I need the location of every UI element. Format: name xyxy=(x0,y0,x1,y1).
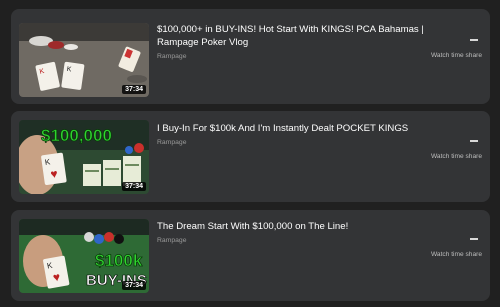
video-actions: Watch time share xyxy=(422,227,482,258)
video-card[interactable]: K K 37:34 $100,000+ in BUY-INS! Hot Star… xyxy=(11,9,490,104)
video-info: I Buy-In For $100k And I'm Instantly Dea… xyxy=(157,122,425,146)
remove-icon[interactable] xyxy=(470,140,478,142)
video-title[interactable]: I Buy-In For $100k And I'm Instantly Dea… xyxy=(157,122,425,135)
video-duration: 37:34 xyxy=(122,281,146,290)
channel-name[interactable]: Rampage xyxy=(157,237,425,244)
remove-icon[interactable] xyxy=(470,238,478,240)
remove-icon[interactable] xyxy=(470,39,478,41)
watch-time-share-label[interactable]: Watch time share xyxy=(422,153,482,160)
video-actions: Watch time share xyxy=(422,28,482,59)
video-list: K K 37:34 $100,000+ in BUY-INS! Hot Star… xyxy=(0,0,500,307)
watch-time-share-label[interactable]: Watch time share xyxy=(422,251,482,258)
video-info: $100,000+ in BUY-INS! Hot Start With KIN… xyxy=(157,23,425,60)
video-duration: 37:34 xyxy=(122,85,146,94)
video-thumbnail[interactable]: K ♥ $100,000 37:34 xyxy=(19,120,149,194)
video-title[interactable]: The Dream Start With $100,000 on The Lin… xyxy=(157,220,425,233)
channel-name[interactable]: Rampage xyxy=(157,139,425,146)
video-actions: Watch time share xyxy=(422,129,482,160)
thumbnail-caption-top: $100k xyxy=(95,251,143,270)
thumbnail-caption: $100,000 xyxy=(41,126,112,145)
watch-time-share-label[interactable]: Watch time share xyxy=(422,52,482,59)
channel-name[interactable]: Rampage xyxy=(157,53,425,60)
video-card[interactable]: K ♥ $100,000 37:34 I Buy-In For $100k An… xyxy=(11,111,490,202)
video-duration: 37:34 xyxy=(122,182,146,191)
video-thumbnail[interactable]: K ♥ $100k BUY-INS 37:34 xyxy=(19,219,149,293)
video-thumbnail[interactable]: K K 37:34 xyxy=(19,23,149,97)
video-card[interactable]: K ♥ $100k BUY-INS 37:34 The Dream Start … xyxy=(11,210,490,301)
video-info: The Dream Start With $100,000 on The Lin… xyxy=(157,220,425,244)
video-title[interactable]: $100,000+ in BUY-INS! Hot Start With KIN… xyxy=(157,23,425,49)
